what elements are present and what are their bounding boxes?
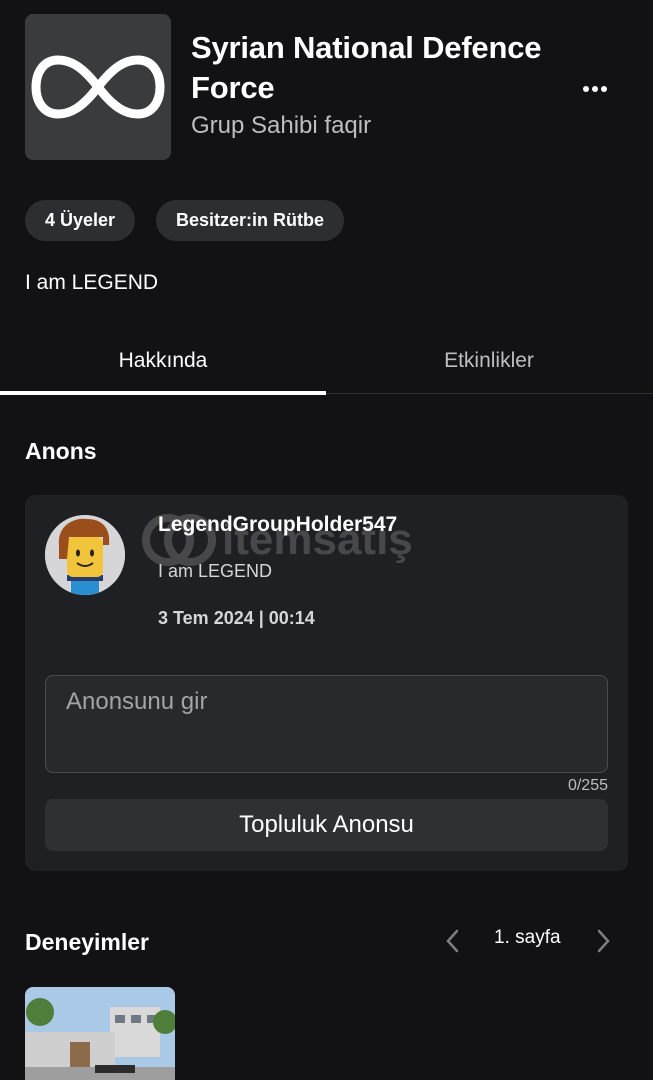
tab-active-indicator	[0, 391, 326, 395]
char-count: 0/255	[567, 777, 608, 794]
members-chip[interactable]: 4 Üyeler	[25, 200, 136, 241]
group-owner[interactable]: Grup Sahibi faqir	[191, 112, 371, 140]
tab-events[interactable]: Etkinlikler	[326, 330, 652, 392]
avatar-image	[45, 515, 125, 595]
group-logo[interactable]	[25, 14, 171, 160]
announcement-section-title: Anons	[25, 438, 97, 464]
community-announcement-button[interactable]: Topluluk Anonsu	[45, 799, 608, 851]
experience-thumbnail-image	[25, 987, 175, 1080]
poster-name[interactable]: LegendGroupHolder547	[158, 513, 397, 537]
page-label: 1. sayfa	[494, 927, 561, 948]
tab-about[interactable]: Hakkında	[0, 330, 326, 392]
next-page-button[interactable]	[589, 926, 619, 956]
infinity-icon	[31, 55, 165, 119]
experience-thumbnail[interactable]	[25, 987, 175, 1080]
rank-chip[interactable]: Besitzer:in Rütbe	[156, 200, 345, 241]
chevron-left-icon	[446, 929, 459, 953]
announcement-date: 3 Tem 2024 | 00:14	[158, 608, 315, 628]
announcement-textarea[interactable]	[46, 676, 607, 772]
previous-page-button[interactable]	[437, 926, 467, 956]
more-options-button[interactable]	[580, 74, 610, 104]
group-description: I am LEGEND	[25, 271, 159, 294]
announcement-card: itemsatış LegendGroupHolder547 I am LEGE…	[25, 495, 628, 871]
group-header: Syrian National Defence Force Grup Sahib…	[25, 14, 625, 164]
avatar[interactable]	[45, 515, 125, 595]
more-horizontal-icon	[583, 86, 607, 92]
announcement-body: I am LEGEND	[158, 561, 273, 581]
announcement-input[interactable]	[45, 675, 608, 773]
experiences-section-title: Deneyimler	[25, 929, 150, 955]
chevron-right-icon	[597, 929, 610, 953]
group-name: Syrian National Defence Force	[191, 30, 542, 105]
